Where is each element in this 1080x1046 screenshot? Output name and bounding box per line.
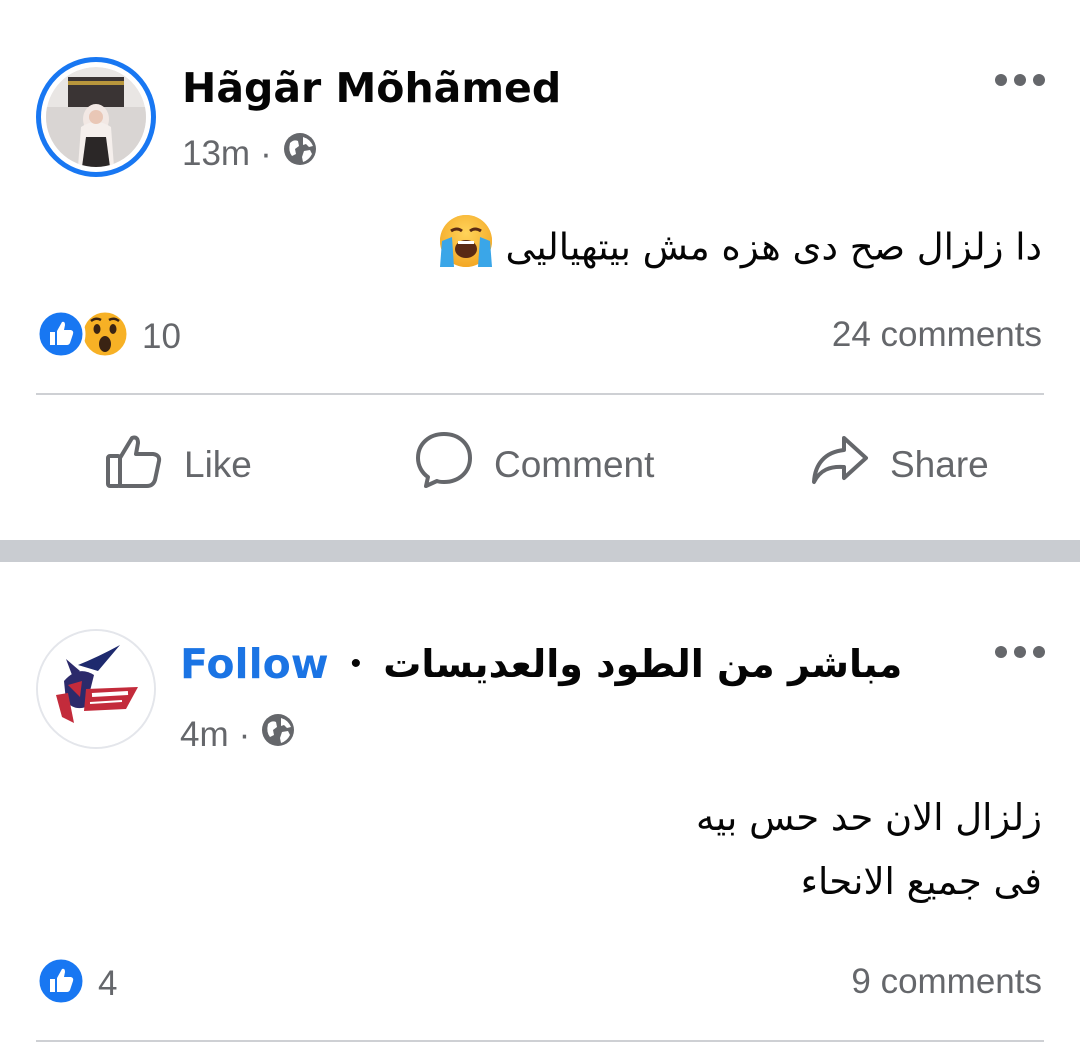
post-time[interactable]: 4m xyxy=(180,715,229,755)
more-options-button[interactable] xyxy=(995,646,1045,658)
feed-separator xyxy=(0,540,1080,562)
thumbs-up-icon xyxy=(104,430,184,499)
like-button[interactable]: Like xyxy=(104,430,252,499)
post-text: زلزال الان حد حس بيه فى جميع الانحاء xyxy=(696,790,1042,910)
follow-button[interactable]: Follow xyxy=(180,640,329,688)
reaction-count: 4 xyxy=(98,963,118,1003)
post-header: Follow • مباشر من الطود والعديسات xyxy=(180,640,902,688)
like-icon xyxy=(36,309,86,364)
wow-icon xyxy=(80,309,130,364)
feed-post: Follow • مباشر من الطود والعديسات 4m · ز… xyxy=(0,562,1080,1046)
post-text: دا زلزال صح دى هزه مش بيتهياليى xyxy=(436,213,1042,285)
share-arrow-icon xyxy=(810,430,890,499)
meta-separator: · xyxy=(238,714,251,754)
comments-count[interactable]: 24 comments xyxy=(832,315,1042,355)
page-name[interactable]: مباشر من الطود والعديسات xyxy=(383,642,902,686)
author-avatar[interactable] xyxy=(36,57,156,177)
crying-face-emoji xyxy=(438,213,494,285)
globe-icon xyxy=(260,712,296,757)
comments-count[interactable]: 9 comments xyxy=(851,962,1042,1002)
more-options-button[interactable] xyxy=(995,74,1045,86)
comment-button[interactable]: Comment xyxy=(414,430,654,499)
post-time[interactable]: 13m xyxy=(182,134,250,174)
like-label: Like xyxy=(184,443,252,485)
comment-label: Comment xyxy=(494,443,655,485)
reaction-count: 10 xyxy=(142,316,181,356)
post-divider xyxy=(36,1040,1044,1042)
like-icon xyxy=(36,956,86,1011)
header-bullet: • xyxy=(350,647,362,680)
post-meta: 13m · xyxy=(182,131,318,176)
meta-separator: · xyxy=(260,133,272,173)
post-divider xyxy=(36,393,1044,395)
share-label: Share xyxy=(890,443,989,485)
page-avatar[interactable] xyxy=(36,629,156,749)
reactions-summary[interactable]: 10 xyxy=(36,309,181,364)
speech-bubble-icon xyxy=(414,430,494,499)
post-text-line: فى جميع الانحاء xyxy=(800,860,1042,903)
post-text-line: زلزال الان حد حس بيه xyxy=(696,796,1042,839)
post-meta: 4m · xyxy=(180,712,296,757)
reactions-summary[interactable]: 4 xyxy=(36,956,117,1011)
post-text-content: دا زلزال صح دى هزه مش بيتهياليى xyxy=(505,225,1042,269)
share-button[interactable]: Share xyxy=(810,430,989,499)
feed-post: Hãgãr Mõhãmed 13m · دا زلزال صح دى هزه م… xyxy=(0,0,1080,540)
globe-icon xyxy=(282,131,318,176)
author-name[interactable]: Hãgãr Mõhãmed xyxy=(182,64,561,112)
